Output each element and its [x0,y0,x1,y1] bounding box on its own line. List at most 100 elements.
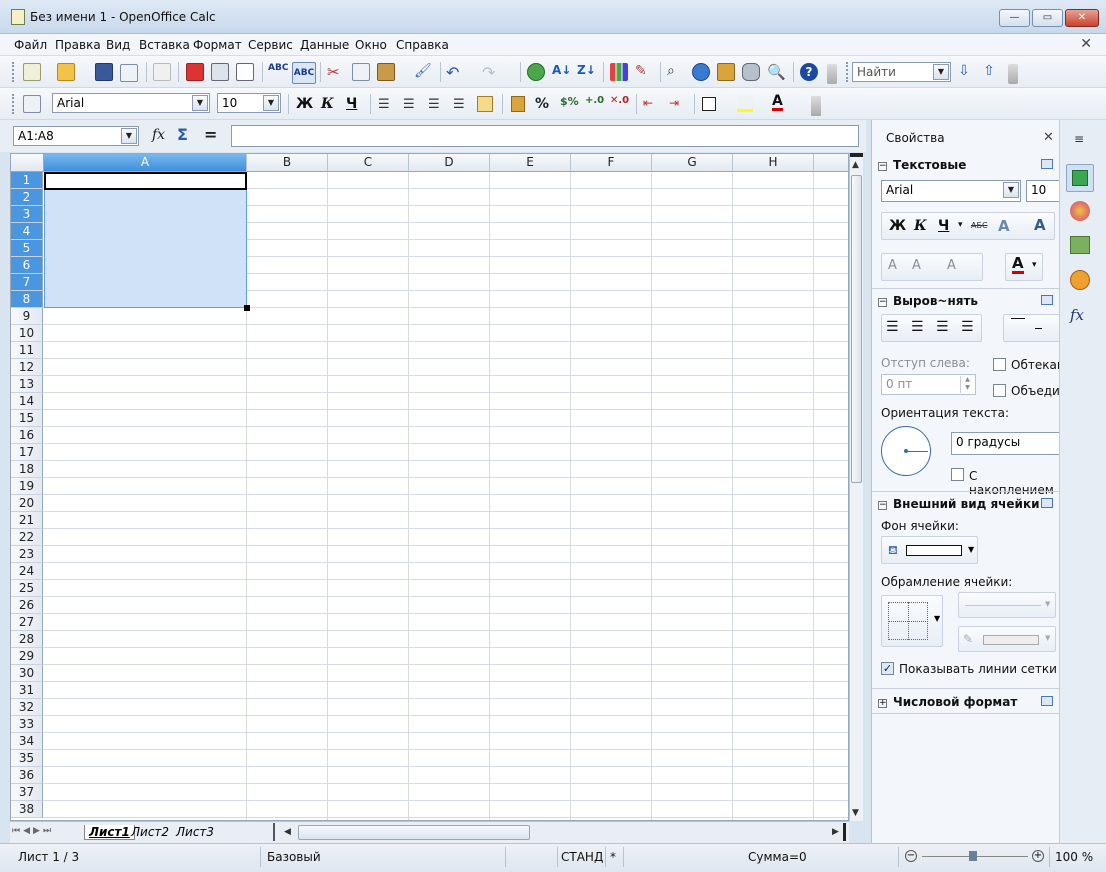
sidebar-close-icon[interactable]: ✕ [1043,130,1054,145]
chart-icon[interactable] [610,63,628,81]
row-header-25[interactable]: 25 [11,580,43,597]
paste-icon[interactable] [377,63,395,81]
spellcheck-icon[interactable]: ABC [268,63,288,81]
name-box[interactable]: A1:A8 ▼ [13,126,139,146]
sheet-tab-2[interactable]: Лист2 [131,825,169,839]
text-more-options-icon[interactable] [1041,159,1053,169]
font-size-dropdown-icon[interactable]: ▼ [263,95,279,111]
new-document-icon[interactable] [23,63,41,81]
number-format-section-header[interactable]: + Числовой формат [878,695,1017,709]
row-header-23[interactable]: 23 [11,546,43,563]
font-name-box[interactable]: Arial ▼ [52,93,210,113]
alignment-more-options-icon[interactable] [1041,295,1053,305]
cell-background-button[interactable]: ⛾ ▼ [881,536,978,564]
merge-cells-checkbox[interactable] [993,384,1006,397]
scroll-up-icon[interactable]: ▲ [852,160,859,170]
sidebar-strike-button[interactable]: АБС [971,221,988,230]
sheet-tab-1[interactable]: Лист1 [84,825,135,840]
row-header-6[interactable]: 6 [11,257,43,274]
status-zoom[interactable]: 100 % [1055,850,1093,864]
column-header-h[interactable]: H [733,154,814,172]
row-header-4[interactable]: 4 [11,223,43,240]
format-paintbrush-icon[interactable]: 🖌 [414,63,432,81]
align-middle-icon[interactable]: ⎯ [1035,320,1042,336]
split-handle[interactable] [850,153,863,157]
sheet-nav-icon[interactable]: ⏮◀▶⏭ [12,826,54,836]
save-icon[interactable] [95,63,113,81]
split-handle-h[interactable] [843,823,846,841]
row-header-29[interactable]: 29 [11,648,43,665]
row-header-31[interactable]: 31 [11,682,43,699]
show-gridlines-checkbox[interactable]: ✓ [881,662,894,675]
row-header-1[interactable]: 1 [11,172,43,189]
row-header-9[interactable]: 9 [11,308,43,325]
scroll-left-icon[interactable]: ◀ [284,827,291,837]
functions-tab-icon[interactable]: fx [1070,306,1084,324]
sidebar-font-dropdown-icon[interactable]: ▼ [1003,182,1019,198]
find-next-icon[interactable]: ⇩ [955,63,973,81]
indent-spin-icon[interactable]: ▲ ▼ [960,376,974,393]
horizontal-scroll-thumb[interactable] [298,825,530,840]
row-header-36[interactable]: 36 [11,767,43,784]
italic-button[interactable]: К [321,96,334,112]
zoom-icon[interactable]: 🔍 [767,63,786,81]
column-header-partial[interactable] [814,154,848,172]
column-header-e[interactable]: E [490,154,571,172]
zoom-in-icon[interactable]: + [1032,850,1044,862]
borders-icon[interactable] [702,97,716,111]
styles-formatting-icon[interactable] [23,95,41,113]
gallery-icon[interactable] [717,63,735,81]
sidebar-justify-icon[interactable]: ☰ [961,319,974,335]
align-right-icon[interactable]: ☰ [428,97,440,112]
row-header-17[interactable]: 17 [11,444,43,461]
appearance-section-header[interactable]: − Внешний вид ячейки [878,497,1040,511]
sidebar-font-color-icon[interactable]: A [1012,256,1024,274]
alignment-section-header[interactable]: − Выров~нять [878,294,978,308]
export-pdf-icon[interactable] [186,63,204,81]
sheet-tab-3[interactable]: Лист3 [176,825,214,839]
function-icon[interactable]: = [204,125,217,144]
row-header-14[interactable]: 14 [11,393,43,410]
autospellcheck-icon[interactable]: ABC [292,62,316,84]
add-decimal-icon[interactable]: +.0 [585,95,604,106]
row-header-27[interactable]: 27 [11,614,43,631]
active-cell[interactable] [44,172,247,190]
print-preview-icon[interactable] [236,63,254,81]
navigator-tab-icon[interactable] [1070,270,1090,290]
row-header-33[interactable]: 33 [11,716,43,733]
help-icon[interactable]: ? [800,63,818,81]
font-dropdown-icon[interactable]: ▼ [192,95,208,111]
background-color-icon[interactable] [737,96,753,112]
menu-view[interactable]: Вид [106,38,130,52]
underline-button[interactable]: Ч [346,96,357,112]
decrease-indent-icon[interactable]: ⇤ [643,96,653,110]
status-sum[interactable]: Сумма=0 [748,850,807,864]
row-header-3[interactable]: 3 [11,206,43,223]
sidebar-font-box[interactable]: Arial ▼ [881,180,1021,202]
row-header-38[interactable]: 38 [11,801,43,818]
align-top-icon[interactable]: ⎺ [1011,317,1025,333]
row-header-19[interactable]: 19 [11,478,43,495]
spreadsheet-grid[interactable]: A B C D E F G H 1 2 3 4 5 6 7 8 9 10 11 12 13 14 15 16 17 18 19 20 2… [10,153,849,821]
number-format-icon[interactable]: $% [560,95,579,108]
toolbar-grip[interactable] [12,94,15,114]
tab-scroll-divider[interactable] [273,823,275,841]
toolbar-grip[interactable] [12,62,15,82]
undo-icon[interactable]: ↶ [446,63,464,82]
row-header-21[interactable]: 21 [11,512,43,529]
row-header-8[interactable]: 8 [11,291,43,308]
stacked-checkbox[interactable] [951,468,964,481]
sort-ascending-icon[interactable]: A↓ [552,63,571,81]
wrap-text-checkbox[interactable] [993,358,1006,371]
row-header-5[interactable]: 5 [11,240,43,257]
vertical-scroll-thumb[interactable] [851,175,862,483]
text-section-header[interactable]: − Текстовые [878,158,966,172]
appearance-more-options-icon[interactable] [1041,498,1053,508]
row-header-7[interactable]: 7 [11,274,43,291]
row-header-32[interactable]: 32 [11,699,43,716]
column-header-d[interactable]: D [409,154,490,172]
scroll-right-icon[interactable]: ▶ [832,827,839,837]
underline-dropdown-icon[interactable]: ▾ [958,220,963,230]
character-spacing-icon[interactable]: A [1034,216,1046,234]
sidebar-align-right-icon[interactable]: ☰ [936,319,949,335]
